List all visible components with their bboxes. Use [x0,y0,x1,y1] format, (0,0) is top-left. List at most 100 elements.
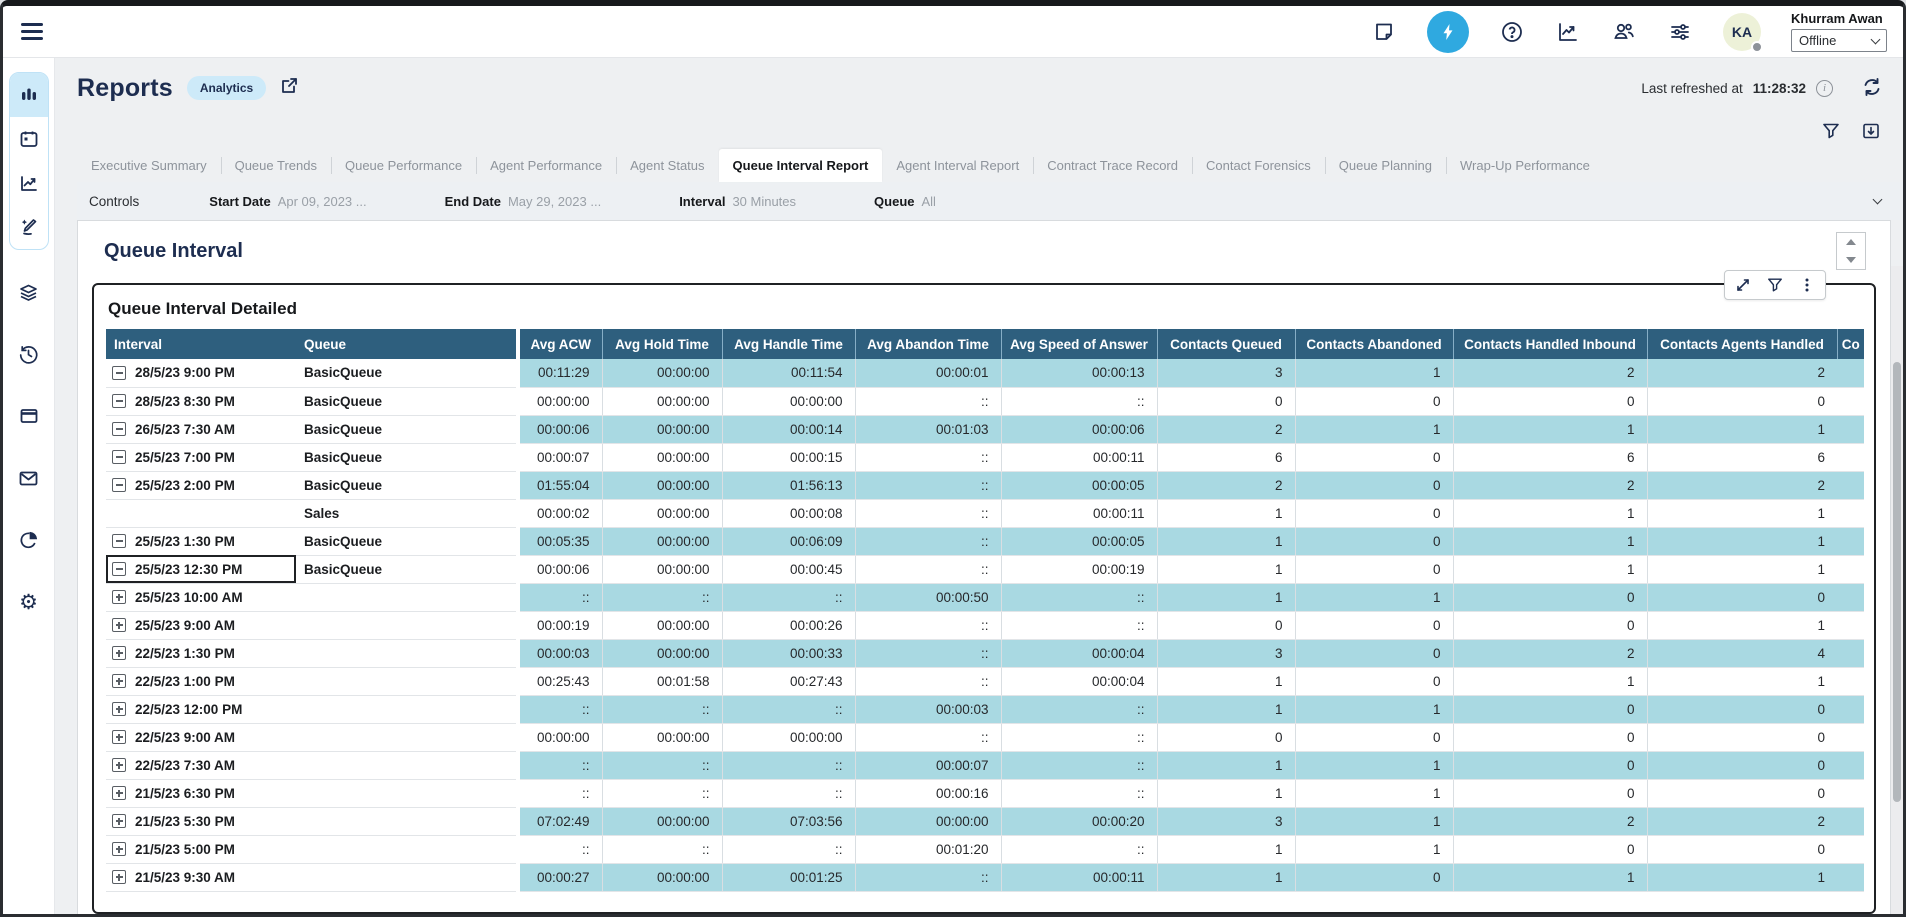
expand-row-icon[interactable] [112,618,126,632]
collapse-row-icon[interactable] [112,422,126,436]
expand-row-icon[interactable] [112,842,126,856]
tab-agent-status[interactable]: Agent Status [616,149,718,182]
expand-row-icon[interactable] [112,758,126,772]
control-field-start-date[interactable]: Start DateApr 09, 2023 ... [209,194,366,209]
expand-row-icon[interactable] [112,674,126,688]
column-header-co[interactable]: Co [1837,329,1864,359]
column-header-contacts-queued[interactable]: Contacts Queued [1157,329,1295,359]
interval-cell[interactable]: 21/5/23 5:00 PM [106,835,296,863]
interval-cell[interactable]: 22/5/23 12:00 PM [106,695,296,723]
refresh-icon[interactable] [1861,76,1883,101]
interval-cell[interactable]: 21/5/23 6:30 PM [106,779,296,807]
collapse-row-icon[interactable] [112,394,126,408]
sidebar-item-line-chart[interactable] [9,161,49,205]
interval-cell[interactable]: 25/5/23 2:00 PM [106,471,296,499]
vertical-scrollbar[interactable] [1891,266,1903,914]
tab-contract-trace-record[interactable]: Contract Trace Record [1033,149,1192,182]
collapse-row-icon[interactable] [112,534,126,548]
column-header-contacts-agents-handled[interactable]: Contacts Agents Handled [1647,329,1837,359]
column-header-interval[interactable]: Interval [106,329,296,359]
column-header-queue[interactable]: Queue [296,329,518,359]
sidebar-item-pie-chart[interactable] [9,520,49,560]
column-header-avg-speed-of-answer[interactable]: Avg Speed of Answer [1001,329,1157,359]
controls-chevron-down-icon[interactable] [1873,195,1883,205]
interval-cell[interactable]: 25/5/23 10:00 AM [106,583,296,611]
control-field-end-date[interactable]: End DateMay 29, 2023 ... [445,194,602,209]
help-icon[interactable] [1499,19,1525,45]
settings-sliders-icon[interactable] [1667,19,1693,45]
expand-row-icon[interactable] [112,730,126,744]
scroll-down-icon[interactable] [1837,251,1865,269]
external-link-icon[interactable] [280,76,299,100]
interval-cell[interactable]: 25/5/23 7:00 PM [106,443,296,471]
expand-row-icon[interactable] [112,814,126,828]
download-icon[interactable] [1861,121,1881,141]
control-field-interval[interactable]: Interval30 Minutes [679,194,796,209]
expand-row-icon[interactable] [112,590,126,604]
expand-icon[interactable] [1734,276,1752,294]
card-filter-icon[interactable] [1766,276,1784,294]
sidebar-item-design[interactable] [9,205,49,249]
scroll-up-icon[interactable] [1837,233,1865,251]
info-icon[interactable]: i [1816,80,1833,97]
sidebar-item-window[interactable] [9,396,49,436]
users-icon[interactable] [1611,19,1637,45]
scroll-stepper[interactable] [1836,232,1866,270]
sidebar-item-mail[interactable] [9,458,49,498]
control-field-queue[interactable]: QueueAll [874,194,936,209]
interval-cell[interactable]: 26/5/23 7:30 AM [106,415,296,443]
interval-cell[interactable]: 25/5/23 1:30 PM [106,527,296,555]
value-cell: 00:00:15 [722,443,855,471]
sidebar-item-bar-chart[interactable] [9,73,49,117]
interval-cell[interactable]: 21/5/23 5:30 PM [106,807,296,835]
menu-icon[interactable] [21,19,47,44]
expand-row-icon[interactable] [112,786,126,800]
tab-queue-trends[interactable]: Queue Trends [221,149,331,182]
interval-cell[interactable]: 22/5/23 1:00 PM [106,667,296,695]
realtime-bolt-icon[interactable] [1427,11,1469,53]
interval-cell[interactable]: 28/5/23 8:30 PM [106,387,296,415]
interval-cell[interactable]: 25/5/23 9:00 AM [106,611,296,639]
clipped-cell [1837,583,1864,611]
filter-icon[interactable] [1821,121,1841,141]
column-header-avg-hold-time[interactable]: Avg Hold Time [602,329,722,359]
interval-cell[interactable]: 28/5/23 9:00 PM [106,359,296,387]
interval-cell[interactable]: 22/5/23 1:30 PM [106,639,296,667]
value-cell: 2 [1453,639,1647,667]
interval-cell[interactable]: 21/5/23 9:30 AM [106,863,296,891]
more-options-icon[interactable] [1798,276,1816,294]
tab-wrap-up-performance[interactable]: Wrap-Up Performance [1446,149,1604,182]
collapse-row-icon[interactable] [112,478,126,492]
interval-cell[interactable]: 25/5/23 12:30 PM [106,555,296,583]
column-header-avg-acw[interactable]: Avg ACW [518,329,602,359]
scrollbar-thumb[interactable] [1893,362,1901,802]
interval-cell[interactable]: 22/5/23 7:30 AM [106,751,296,779]
expand-row-icon[interactable] [112,870,126,884]
sidebar-item-calendar[interactable] [9,117,49,161]
status-dropdown[interactable]: Offline [1791,29,1887,52]
tab-agent-interval-report[interactable]: Agent Interval Report [882,149,1033,182]
column-header-contacts-abandoned[interactable]: Contacts Abandoned [1295,329,1453,359]
tab-queue-planning[interactable]: Queue Planning [1325,149,1446,182]
column-header-contacts-handled-inbound[interactable]: Contacts Handled Inbound [1453,329,1647,359]
tab-agent-performance[interactable]: Agent Performance [476,149,616,182]
tab-contact-forensics[interactable]: Contact Forensics [1192,149,1325,182]
collapse-row-icon[interactable] [112,562,126,576]
expand-row-icon[interactable] [112,646,126,660]
tab-queue-performance[interactable]: Queue Performance [331,149,476,182]
column-header-avg-abandon-time[interactable]: Avg Abandon Time [855,329,1001,359]
sidebar-item-settings[interactable]: ⚙ [9,582,49,622]
tab-executive-summary[interactable]: Executive Summary [77,149,221,182]
interval-cell[interactable]: 22/5/23 9:00 AM [106,723,296,751]
metrics-icon[interactable] [1555,19,1581,45]
sidebar-item-history[interactable] [9,334,49,374]
expand-row-icon[interactable] [112,702,126,716]
interval-cell[interactable] [106,499,296,527]
column-header-avg-handle-time[interactable]: Avg Handle Time [722,329,855,359]
avatar[interactable]: KA [1723,13,1761,51]
collapse-row-icon[interactable] [112,450,126,464]
sidebar-item-layers[interactable] [9,272,49,312]
tab-queue-interval-report[interactable]: Queue Interval Report [719,149,883,182]
notes-icon[interactable] [1371,19,1397,45]
collapse-row-icon[interactable] [112,366,126,380]
